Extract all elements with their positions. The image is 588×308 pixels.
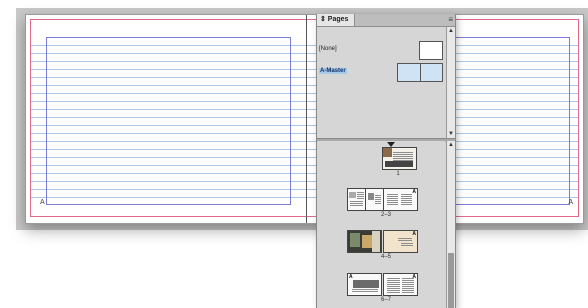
master-thumbnail [397,63,443,82]
bleed-guide-top [30,19,579,20]
master-label: [None] [319,46,337,52]
scroll-thumb[interactable] [448,253,454,308]
scroll-down-icon[interactable]: ▼ [447,130,455,138]
master-label: A-Master [319,68,347,74]
masters-section: [None] A-Master [317,27,445,139]
left-page-margin-guide [46,37,291,205]
scroll-up-icon[interactable]: ▲ [447,141,455,149]
spread-spine [306,15,307,223]
master-none[interactable]: [None] [317,39,445,61]
master-applied-marker: A [412,189,416,195]
master-applied-marker: A [412,231,416,237]
panel-menu-icon[interactable]: ≡ [448,14,453,26]
page-number-label: 2–3 [380,212,391,218]
page-number-label: 1 [396,171,400,177]
pages-scrollbar[interactable]: ▲ [446,141,455,308]
pages-section: 1 A 2–3 A 4–5 A A 6–7 [317,141,445,308]
document-spread[interactable]: A A [25,14,584,224]
pages-panel[interactable]: ⇕ Pages ≡ [None] A-Master ▲ ▼ 1 A 2–3 A … [316,14,456,308]
page-number-label: 6–7 [380,297,391,303]
masters-scrollbar[interactable]: ▲ ▼ [446,27,455,138]
bleed-guide-bottom [30,216,579,217]
master-thumbnail [419,41,443,60]
scroll-up-icon[interactable]: ▲ [447,27,455,35]
bleed-guide-left [30,19,31,217]
master-a[interactable]: A-Master [317,61,445,83]
tab-pages[interactable]: ⇕ Pages [317,14,355,26]
bleed-guide-right [578,19,579,217]
left-page-marker: A [40,199,45,206]
panel-header: ⇕ Pages ≡ [317,14,455,27]
page-number-label: 4–5 [380,254,391,260]
right-page-marker: A [568,199,573,206]
